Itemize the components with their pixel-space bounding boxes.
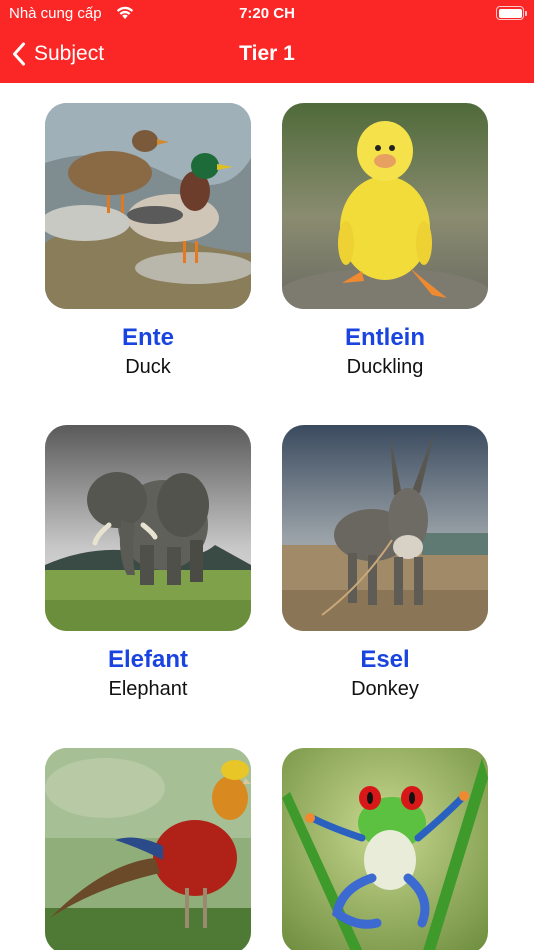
- german-word: Ente: [121, 324, 174, 351]
- german-word: Entlein: [344, 324, 425, 351]
- pheasant-photo: [45, 748, 251, 950]
- german-word: Elefant: [107, 646, 188, 673]
- page-title: Tier 1: [239, 42, 295, 65]
- vocab-card-elephant[interactable]: Elefant Elephant: [45, 425, 251, 701]
- status-bar: Nhà cung cấp 7:20 CH: [0, 0, 534, 28]
- vocab-card-frog[interactable]: [282, 748, 488, 950]
- duck-photo: [45, 103, 251, 309]
- frog-photo: [282, 748, 488, 950]
- status-time: 7:20 CH: [239, 5, 295, 22]
- vocabulary-grid[interactable]: Ente Duck Entlein Duckling Elefant Eleph…: [0, 83, 534, 950]
- vocab-card-pheasant[interactable]: [45, 748, 251, 950]
- battery-icon: [496, 6, 527, 20]
- elephant-photo: [45, 425, 251, 631]
- vocab-card-duckling[interactable]: Entlein Duckling: [282, 103, 488, 379]
- german-word: Esel: [360, 646, 410, 673]
- navigation-header: Nhà cung cấp 7:20 CH Subject Tier 1: [0, 0, 534, 83]
- vocab-card-donkey[interactable]: Esel Donkey: [282, 425, 488, 701]
- english-translation: Duck: [125, 356, 171, 378]
- duckling-photo: [282, 103, 488, 309]
- vocab-card-duck[interactable]: Ente Duck: [45, 103, 251, 379]
- english-translation: Donkey: [351, 678, 419, 700]
- donkey-photo: [282, 425, 488, 631]
- english-translation: Duckling: [346, 356, 424, 378]
- english-translation: Elephant: [108, 678, 188, 700]
